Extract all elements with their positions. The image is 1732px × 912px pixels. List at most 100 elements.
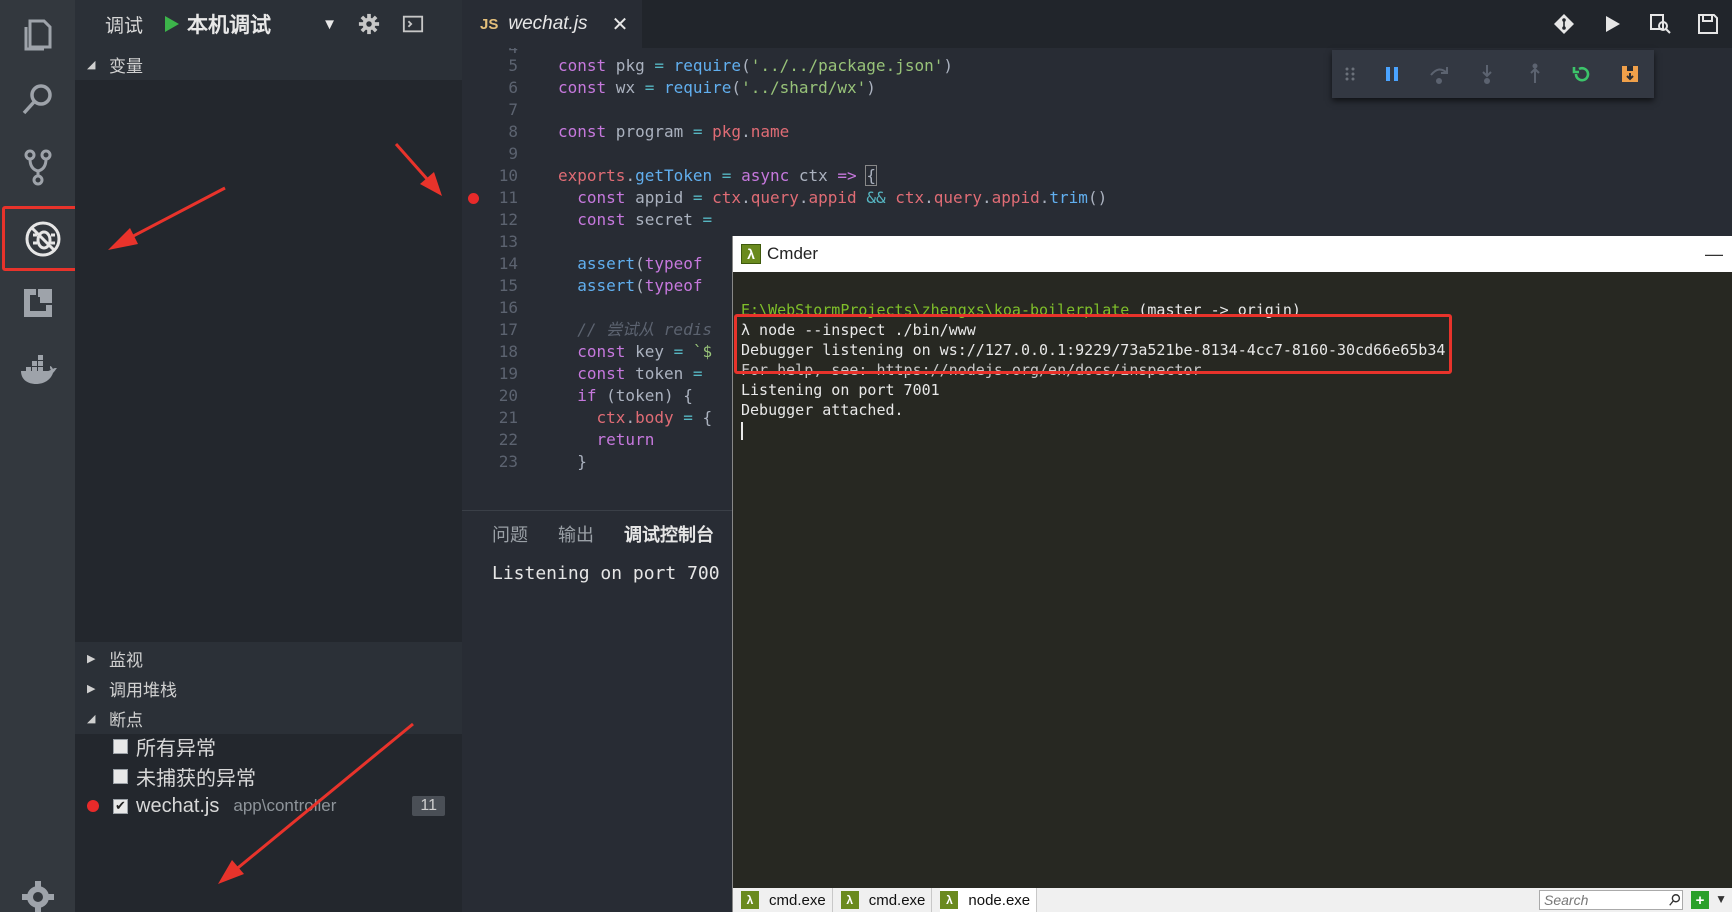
breakpoint-path: app\controller: [233, 796, 337, 815]
gear-icon: [358, 13, 380, 35]
line-number: 15: [498, 276, 518, 295]
terminal-line: Listening on port 7001: [741, 381, 940, 399]
checkbox[interactable]: [113, 768, 128, 784]
variables-section-header[interactable]: ◢ 变量: [75, 48, 462, 80]
debug-config-select[interactable]: 本机调试 ▼: [187, 9, 337, 39]
close-icon[interactable]: ✕: [612, 12, 629, 37]
line-number: 13: [498, 232, 518, 251]
tab-label: wechat.js: [508, 13, 588, 34]
bottom-panel: 问题 输出 调试控制台 Listening on port 700: [462, 510, 732, 912]
code-text: }: [558, 452, 587, 471]
code-line: 11 const appid = ctx.query.appid && ctx.…: [462, 186, 1732, 210]
callstack-section-header[interactable]: ▶ 调用堆栈: [75, 672, 462, 704]
run-button[interactable]: [1588, 12, 1636, 36]
cmder-search-input[interactable]: Search: [1539, 890, 1683, 910]
panel-tabs: 问题 输出 调试控制台: [462, 511, 714, 557]
line-number: 10: [498, 166, 518, 185]
debug-sidebar: 调试 本机调试 ▼ ◢ 变量 ▶ 监视 ▶ 调用堆栈 ◢ 断点 所有异常 未捕获…: [75, 0, 462, 912]
code-line: 8 const program = pkg.name: [462, 120, 1732, 144]
pause-button[interactable]: [1368, 63, 1416, 85]
explorer-icon[interactable]: [0, 0, 75, 70]
console-tab-label: node.exe: [968, 891, 1031, 909]
triangle-down-icon: ◢: [87, 58, 96, 71]
terminal-icon: [402, 15, 424, 33]
play-icon: [1606, 16, 1620, 32]
watch-section-label: 监视: [109, 650, 143, 670]
git-compare-button[interactable]: [1540, 12, 1588, 36]
breakpoint-dot-icon: [87, 800, 99, 812]
checkbox[interactable]: [113, 738, 128, 754]
start-debug-button[interactable]: [161, 13, 183, 35]
cmder-lambda-icon: λ: [741, 244, 761, 264]
breakpoint-label: 所有异常: [136, 737, 216, 760]
debug-settings-button[interactable]: [357, 12, 381, 36]
console-tab-active[interactable]: λ node.exe: [940, 888, 1038, 912]
search-icon[interactable]: [0, 64, 75, 134]
line-number: 5: [508, 56, 518, 75]
save-icon: [1698, 14, 1718, 34]
console-tab[interactable]: λ cmd.exe: [840, 888, 933, 912]
debug-toolbar: [1332, 50, 1654, 98]
line-number: 7: [508, 100, 518, 119]
debug-icon[interactable]: [2, 206, 84, 271]
tab-output[interactable]: 输出: [558, 521, 594, 547]
line-number: 11: [498, 188, 518, 207]
step-over-icon: [1430, 67, 1449, 84]
step-over-button[interactable]: [1415, 63, 1463, 85]
tab-problems[interactable]: 问题: [492, 521, 528, 547]
line-number: 18: [498, 342, 518, 361]
editor-tabbar: JS wechat.js ✕: [462, 0, 1732, 48]
watch-section-header[interactable]: ▶ 监视: [75, 642, 462, 674]
code-text: const pkg = require('../../package.json'…: [558, 56, 953, 75]
line-number: 16: [498, 298, 518, 317]
line-number: 12: [498, 210, 518, 229]
activity-bar: [0, 0, 84, 912]
extensions-icon[interactable]: [0, 268, 75, 338]
triangle-right-icon: ▶: [87, 652, 96, 665]
code-text: const secret =: [577, 210, 713, 229]
highlight-box: [734, 314, 1452, 374]
line-number: 8: [508, 122, 518, 141]
debug-console-button[interactable]: [401, 12, 425, 36]
caret-down-icon: ▼: [322, 15, 338, 33]
breakpoints-section-label: 断点: [109, 710, 143, 730]
vscode-window: 调试 本机调试 ▼ ◢ 变量 ▶ 监视 ▶ 调用堆栈 ◢ 断点 所有异常 未捕获…: [0, 0, 1732, 912]
play-icon: [165, 16, 180, 32]
code-text: ctx.body = {: [596, 408, 713, 427]
docker-icon[interactable]: [0, 336, 75, 406]
caret-down-icon[interactable]: ▼: [1715, 892, 1727, 906]
step-into-button[interactable]: [1463, 63, 1511, 85]
code-text: const token =: [577, 364, 703, 383]
code-line: 9: [462, 142, 1732, 166]
debug-console-output: Listening on port 700: [492, 563, 720, 584]
breakpoint-uncaught-exceptions[interactable]: 未捕获的异常: [75, 760, 462, 792]
line-number: 23: [498, 452, 518, 471]
code-line: 10 exports.getToken = async ctx => {: [462, 164, 1732, 188]
checkbox-checked[interactable]: ✔: [113, 798, 128, 814]
drag-handle-icon[interactable]: [1332, 63, 1368, 85]
code-text: const appid = ctx.query.appid && ctx.que…: [577, 188, 1108, 207]
minimize-button[interactable]: —: [1705, 244, 1723, 265]
new-console-button[interactable]: +: [1691, 891, 1709, 909]
disconnect-button[interactable]: [1606, 63, 1654, 85]
step-out-button[interactable]: [1511, 63, 1559, 85]
console-tab[interactable]: λ cmd.exe: [741, 888, 833, 912]
cmder-titlebar[interactable]: λ Cmder —: [733, 236, 1732, 272]
settings-gear-icon[interactable]: [0, 862, 75, 912]
line-number: 19: [498, 364, 518, 383]
save-button[interactable]: [1684, 12, 1732, 36]
source-control-icon[interactable]: [0, 132, 75, 202]
code-text: const program = pkg.name: [558, 122, 790, 141]
tab-debug-console[interactable]: 调试控制台: [624, 521, 714, 547]
git-icon: [1554, 14, 1574, 34]
open-preview-button[interactable]: [1636, 12, 1684, 36]
tab-wechat-js[interactable]: JS wechat.js ✕: [462, 0, 642, 48]
breakpoint-file-item[interactable]: ✔ wechat.js app\controller 11: [75, 790, 462, 822]
restart-button[interactable]: [1559, 63, 1607, 85]
step-into-icon: [1482, 65, 1492, 84]
code-text: const key = `$: [577, 342, 713, 361]
terminal-line: Debugger attached.: [741, 401, 904, 419]
breakpoint-all-exceptions[interactable]: 所有异常: [75, 730, 462, 762]
disconnect-icon: [1622, 66, 1639, 82]
triangle-right-icon: ▶: [87, 682, 96, 695]
